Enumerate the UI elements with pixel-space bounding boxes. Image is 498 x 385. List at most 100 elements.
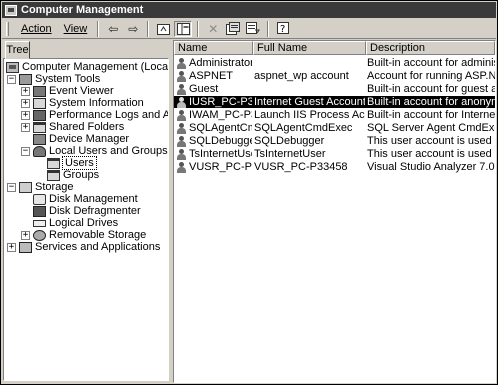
toolbar-separator (147, 20, 150, 37)
delete-icon[interactable]: ✕ (204, 21, 222, 37)
expand-icon[interactable]: + (21, 230, 30, 240)
tree-node-system-information[interactable]: + System Information (21, 97, 144, 109)
storage-icon (19, 181, 32, 193)
menu-action[interactable]: Action (15, 23, 58, 35)
up-level-icon[interactable] (154, 21, 172, 37)
column-header-full-name[interactable]: Full Name (253, 41, 366, 55)
tree-tab[interactable]: Tree (5, 41, 30, 59)
list-item[interactable]: Administrator Built-in account for admin… (174, 57, 495, 69)
expand-icon[interactable]: + (21, 110, 30, 120)
list-item[interactable]: ASPNET aspnet_wp account Account for run… (174, 70, 495, 82)
column-header-description[interactable]: Description (366, 41, 495, 55)
disk-defragmenter-icon (33, 205, 46, 217)
event-viewer-icon (33, 85, 46, 97)
tree-node-label: Device Manager (49, 133, 130, 145)
tree-node-label: Storage (35, 181, 74, 193)
user-name: SQLDebugger (189, 135, 252, 147)
list-item[interactable]: Guest Built-in account for guest access … (174, 83, 495, 95)
tree-node-performance-logs[interactable]: + Performance Logs and Alerts (21, 109, 168, 121)
user-name: IUSR_PC-P33... (189, 96, 252, 108)
user-name: IWAM_PC-P3... (189, 109, 252, 121)
tree-node-system-tools[interactable]: − System Tools (7, 73, 100, 85)
expand-icon[interactable]: + (21, 122, 30, 132)
properties-icon[interactable] (224, 21, 242, 37)
tree-node-users[interactable]: Users (47, 156, 97, 170)
list-item[interactable]: SQLDebugger SQLDebugger This user accoun… (174, 135, 495, 147)
user-full-name: SQLAgentCmdExec (254, 122, 353, 134)
expand-icon[interactable]: + (21, 86, 30, 96)
tree-node-logical-drives[interactable]: Logical Drives (21, 217, 118, 229)
user-icon (176, 148, 187, 160)
user-description: SQL Server Agent CmdExec Job St (367, 122, 495, 134)
user-description: This user account is used by the Vi (367, 135, 495, 147)
svg-text:?: ? (280, 24, 285, 35)
device-manager-icon (33, 133, 46, 145)
list-body: Administrator Built-in account for admin… (174, 56, 495, 382)
menu-view[interactable]: View (58, 23, 94, 35)
toolbar-separator (197, 20, 200, 37)
users-list-view[interactable]: Name Full Name Description Administrator… (173, 40, 496, 383)
tree-node-label: Event Viewer (49, 85, 114, 97)
user-icon (176, 109, 187, 121)
collapse-icon[interactable]: − (7, 74, 16, 84)
back-arrow-icon[interactable]: ⇦ (104, 21, 122, 37)
help-icon[interactable]: ? (274, 21, 292, 37)
collapse-icon[interactable]: − (21, 146, 30, 156)
user-icon (176, 96, 187, 108)
tree-node-shared-folders[interactable]: + Shared Folders (21, 121, 124, 133)
user-full-name: SQLDebugger (254, 135, 325, 147)
list-item-selected[interactable]: IUSR_PC-P33... Internet Guest Account Bu… (174, 96, 495, 108)
tree-node-storage[interactable]: − Storage (7, 181, 74, 193)
user-name: TsInternetUser (189, 148, 252, 160)
tree-node-label: Shared Folders (49, 121, 125, 133)
tree-node-removable-storage[interactable]: + Removable Storage (21, 229, 146, 241)
system-tools-icon (19, 73, 32, 85)
tree-node-label: Services and Applications (35, 241, 161, 253)
forward-arrow-icon[interactable]: ⇨ (124, 21, 142, 37)
user-full-name: TsInternetUser (254, 148, 326, 160)
tree-node-label: Removable Storage (49, 229, 147, 241)
export-list-icon[interactable] (244, 21, 262, 37)
user-icon (176, 70, 187, 82)
tree-node-groups[interactable]: Groups (47, 169, 99, 181)
collapse-icon[interactable]: − (7, 182, 16, 192)
title-bar[interactable]: Computer Management (2, 2, 496, 18)
list-item[interactable]: TsInternetUser TsInternetUser This user … (174, 148, 495, 160)
user-description: Built-in account for guest access to (367, 83, 495, 95)
tree-node-device-manager[interactable]: Device Manager (21, 133, 129, 145)
toolbar-grip[interactable] (6, 21, 9, 36)
tree-node-disk-defragmenter[interactable]: Disk Defragmenter (21, 205, 141, 217)
expand-icon[interactable]: + (7, 242, 16, 252)
system-information-icon (33, 97, 46, 109)
tree-node-services-and-applications[interactable]: + Services and Applications (7, 241, 160, 253)
services-applications-icon (19, 241, 32, 253)
tree-node-label: System Information (49, 97, 144, 109)
column-header-name[interactable]: Name (174, 41, 253, 55)
tree-node-computer-management[interactable]: Computer Management (Local) (6, 61, 169, 73)
local-users-groups-icon (33, 145, 46, 157)
user-description: Built-in account for anonymous acc (367, 96, 495, 108)
user-full-name: aspnet_wp account (254, 70, 349, 82)
menu-action-label: Action (21, 22, 52, 35)
show-hide-tree-icon[interactable] (174, 20, 193, 37)
tree-pane: Tree Computer Management (Local) − Syste… (2, 40, 171, 383)
tree-node-label: Performance Logs and Alerts (49, 109, 168, 121)
tree-node-local-users-and-groups[interactable]: − Local Users and Groups (21, 145, 168, 157)
list-header: Name Full Name Description (174, 41, 495, 55)
tree-node-label: Computer Management (Local) (22, 61, 169, 73)
expand-icon[interactable]: + (21, 98, 30, 108)
user-description: Built-in account for administering th (367, 57, 495, 69)
tree-node-label: Logical Drives (49, 217, 119, 229)
list-item[interactable]: SQLAgentCm... SQLAgentCmdExec SQL Server… (174, 122, 495, 134)
performance-logs-icon (33, 109, 46, 121)
list-item[interactable]: VUSR_PC-P3... VUSR_PC-P33458 Visual Stud… (174, 161, 495, 173)
user-icon (176, 83, 187, 95)
list-item[interactable]: IWAM_PC-P3... Launch IIS Process Account… (174, 109, 495, 121)
tree-node-event-viewer[interactable]: + Event Viewer (21, 85, 114, 97)
user-name: Guest (189, 83, 219, 95)
tree-node-label: System Tools (35, 73, 101, 85)
tree-node-disk-management[interactable]: Disk Management (21, 193, 138, 205)
user-name: ASPNET (189, 70, 234, 82)
console-tree[interactable]: Computer Management (Local) − System Too… (3, 58, 169, 381)
user-description: This user account is used by Termi (367, 148, 495, 160)
